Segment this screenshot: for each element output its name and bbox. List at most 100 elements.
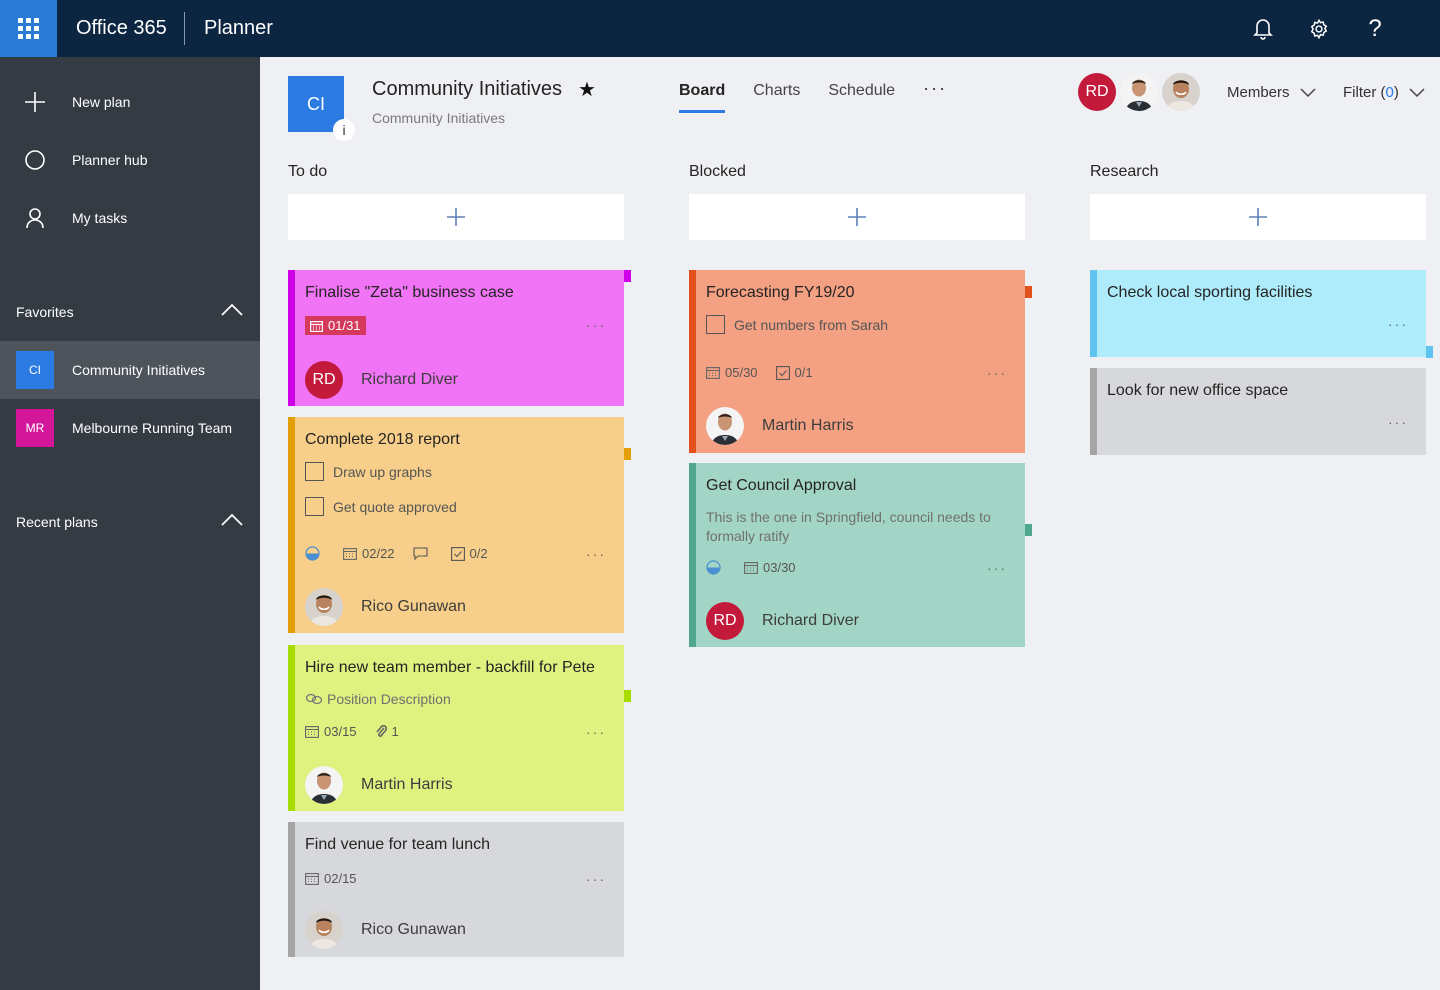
label-bar	[1090, 270, 1097, 357]
add-task-button[interactable]	[1090, 194, 1426, 240]
plan-info-button[interactable]: i	[333, 119, 355, 141]
task-assignee: Martin Harris	[305, 766, 453, 804]
label-tag	[624, 270, 631, 282]
label-bar	[689, 270, 696, 453]
tab-board[interactable]: Board	[679, 82, 726, 114]
task-title: Find venue for team lunch	[305, 836, 490, 853]
task-assignee: Martin Harris	[706, 407, 854, 445]
label-tag	[1426, 346, 1433, 358]
checklist-item[interactable]: Get numbers from Sarah	[706, 315, 888, 334]
progress-in-progress-icon[interactable]	[305, 546, 325, 561]
due-date: 02/15	[305, 871, 357, 886]
task-more-button[interactable]: ···	[586, 546, 606, 562]
due-date: 03/30	[744, 560, 796, 575]
sidebar: New plan Planner hub My tasks Favorites …	[0, 57, 260, 990]
sidebar-item-label: Planner hub	[72, 152, 148, 168]
task-more-button[interactable]: ···	[586, 871, 606, 887]
chevron-down-icon	[1409, 87, 1425, 97]
notifications-button[interactable]	[1248, 14, 1278, 44]
task-assignee: RD Richard Diver	[706, 602, 859, 640]
bell-icon	[1253, 19, 1273, 40]
task-card[interactable]: Check local sporting facilities ···	[1090, 270, 1433, 358]
task-assignee: RD Richard Diver	[305, 361, 458, 399]
checklist-item[interactable]: Draw up graphs	[305, 462, 432, 481]
attachment-link[interactable]: Position Description	[305, 691, 451, 707]
view-tabs: Board Charts Schedule ···	[679, 78, 947, 114]
assignee-name: Rico Gunawan	[361, 921, 466, 938]
plan-group-name[interactable]: Community Initiatives	[372, 110, 505, 126]
sidebar-item-new-plan[interactable]: New plan	[0, 82, 260, 122]
add-task-button[interactable]	[288, 194, 624, 240]
label-bar	[288, 417, 295, 633]
sidebar-item-label: New plan	[72, 94, 131, 110]
checkbox[interactable]	[305, 497, 324, 516]
tab-charts[interactable]: Charts	[753, 82, 800, 114]
bucket-title[interactable]: Blocked	[689, 163, 746, 181]
avatar: RD	[706, 602, 744, 640]
plus-icon	[1249, 208, 1267, 226]
gear-icon	[1310, 18, 1328, 40]
label-bar	[689, 463, 696, 647]
circle-icon	[24, 149, 46, 171]
task-more-button[interactable]: ···	[586, 724, 606, 740]
avatar[interactable]: RD	[1078, 73, 1116, 111]
favorites-header[interactable]: Favorites	[0, 297, 260, 327]
task-more-button[interactable]: ···	[1388, 316, 1408, 332]
chevron-down-icon	[1299, 87, 1316, 97]
label-bar	[288, 270, 295, 406]
task-card[interactable]: Hire new team member - backfill for Pete…	[288, 645, 631, 811]
more-options-button[interactable]: ···	[923, 78, 947, 99]
calendar-icon	[706, 367, 720, 379]
members-dropdown[interactable]: Members	[1227, 84, 1316, 101]
attachment-count: 1	[375, 724, 399, 739]
office-365-brand[interactable]: Office 365	[76, 17, 167, 40]
plus-icon	[447, 208, 465, 226]
avatar	[305, 911, 343, 949]
avatar: RD	[305, 361, 343, 399]
task-more-button[interactable]: ···	[1388, 414, 1408, 430]
task-card[interactable]: Find venue for team lunch 02/15 ··· Rico…	[288, 822, 624, 957]
filter-dropdown[interactable]: Filter (0)	[1343, 84, 1425, 101]
help-icon: ?	[1368, 15, 1382, 42]
checklist-item[interactable]: Get quote approved	[305, 497, 457, 516]
help-button[interactable]: ?	[1360, 14, 1390, 44]
task-card[interactable]: Look for new office space ···	[1090, 368, 1426, 455]
plan-badge: MR	[16, 409, 54, 447]
recent-plans-header[interactable]: Recent plans	[0, 507, 260, 537]
avatar[interactable]	[1162, 73, 1200, 111]
favorite-star-icon[interactable]: ★	[578, 77, 596, 102]
task-card[interactable]: Get Council Approval This is the one in …	[689, 463, 1032, 647]
task-more-button[interactable]: ···	[987, 560, 1007, 576]
bucket-title[interactable]: Research	[1090, 163, 1158, 181]
checkbox[interactable]	[305, 462, 324, 481]
sidebar-favorite-melbourne-running-team[interactable]: MR Melbourne Running Team	[0, 399, 260, 457]
app-launcher-button[interactable]	[0, 0, 57, 57]
progress-in-progress-icon[interactable]	[706, 560, 726, 575]
brand-divider	[184, 12, 185, 45]
task-card[interactable]: Complete 2018 report Draw up graphs Get …	[288, 417, 631, 633]
chevron-up-icon[interactable]	[221, 513, 243, 532]
task-card[interactable]: Forecasting FY19/20 Get numbers from Sar…	[689, 270, 1032, 453]
tab-schedule[interactable]: Schedule	[828, 82, 895, 114]
assignee-name: Richard Diver	[361, 371, 458, 388]
task-more-button[interactable]: ···	[987, 365, 1007, 381]
sidebar-item-planner-hub[interactable]: Planner hub	[0, 140, 260, 180]
task-card[interactable]: Finalise "Zeta" business case 01/31 ··· …	[288, 270, 631, 406]
sidebar-favorite-community-initiatives[interactable]: CI Community Initiatives	[0, 341, 260, 399]
settings-button[interactable]	[1304, 14, 1334, 44]
sidebar-item-my-tasks[interactable]: My tasks	[0, 198, 260, 238]
task-title: Finalise "Zeta" business case	[305, 284, 514, 301]
add-task-button[interactable]	[689, 194, 1025, 240]
checkbox[interactable]	[706, 315, 725, 334]
avatar[interactable]	[1120, 73, 1158, 111]
label-tag	[1025, 524, 1032, 536]
task-more-button[interactable]: ···	[586, 317, 606, 333]
chevron-up-icon[interactable]	[221, 303, 243, 322]
task-meta: 03/30	[706, 560, 814, 575]
sidebar-item-label: My tasks	[72, 210, 128, 226]
checklist-count: 0/2	[450, 546, 488, 561]
plan-title: Community Initiatives	[372, 78, 563, 100]
assignee-name: Rico Gunawan	[361, 598, 466, 615]
bucket-title[interactable]: To do	[288, 163, 327, 181]
app-name[interactable]: Planner	[204, 17, 273, 40]
